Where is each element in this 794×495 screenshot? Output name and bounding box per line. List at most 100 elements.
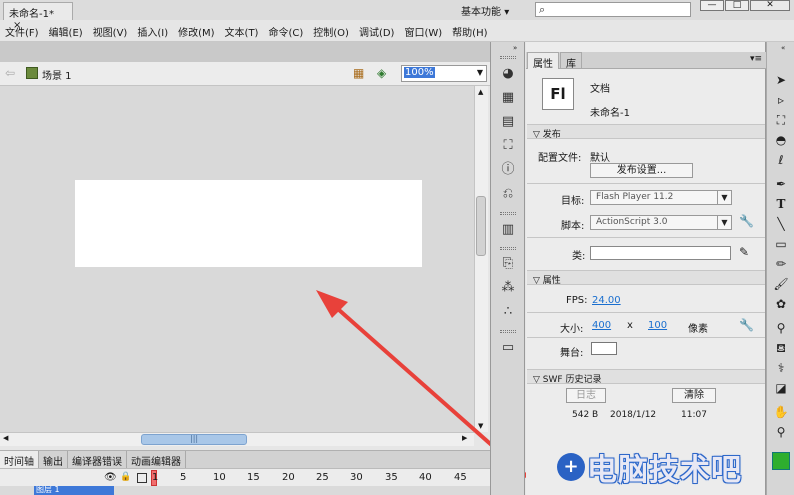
swf-history-section-label: SWF 历史记录 [542, 375, 602, 385]
fps-label: FPS: [566, 295, 588, 306]
transform-icon[interactable]: ⛶ [500, 138, 516, 154]
ruler-tick: 5 [180, 472, 187, 483]
lock-icon[interactable]: 🔒 [120, 472, 131, 482]
divider [527, 312, 765, 313]
chevron-down-icon: ▼ [717, 191, 731, 204]
motion-presets-icon[interactable]: ∴ [500, 304, 516, 320]
stage-color-label: 舞台: [560, 348, 584, 359]
properties-section-label: 属性 [542, 276, 561, 286]
tab-library[interactable]: 库 [560, 52, 582, 70]
project-icon[interactable]: ▭ [500, 340, 516, 356]
ruler-tick: 30 [350, 472, 363, 483]
grip-icon [500, 247, 516, 250]
publish-settings-button[interactable]: 发布设置... [590, 163, 693, 178]
grip-icon [500, 56, 516, 59]
bone-icon[interactable]: ⚲ [773, 320, 789, 336]
fps-value[interactable]: 24.00 [592, 295, 621, 306]
pen-icon[interactable]: ✒ [773, 176, 789, 192]
publish-section-header[interactable]: ▽ 发布 [527, 124, 765, 140]
ruler-tick: 15 [247, 472, 260, 483]
text-tool-icon[interactable]: T [773, 196, 789, 212]
flash-ide-window: Fl 基本功能 ▾ ⌕ — □ ✕ 文件(F)编辑(E)视图(V)插入(I)修改… [0, 0, 794, 495]
paint-bucket-icon[interactable]: ⛾ [773, 340, 789, 356]
free-transform-icon[interactable]: ⛶ [773, 112, 789, 128]
color-icon[interactable]: ◕ [500, 66, 516, 82]
size-unit: 像素 [688, 324, 708, 335]
tab-properties[interactable]: 属性 [527, 52, 559, 70]
chevron-down-icon: ▼ [717, 216, 731, 229]
collapse-icon[interactable]: » [513, 44, 517, 52]
divider [527, 237, 765, 238]
library-icon[interactable]: ▥ [500, 222, 516, 238]
doc-name-label: 未命名-1 [590, 108, 630, 119]
zoom-icon[interactable]: ⚲ [773, 424, 789, 440]
log-button[interactable]: 日志 [566, 388, 606, 403]
subselection-tool-icon[interactable]: ▹ [773, 92, 789, 108]
target-select[interactable]: Flash Player 11.2 ▼ [590, 190, 732, 205]
target-label: 目标: [561, 196, 585, 207]
width-value[interactable]: 400 [592, 320, 611, 331]
eraser-icon[interactable]: ◪ [773, 380, 789, 396]
clear-button[interactable]: 清除 [672, 388, 716, 403]
swatches-icon[interactable]: ▦ [500, 90, 516, 106]
rectangle-tool-icon[interactable]: ▭ [773, 236, 789, 252]
watermark: + 电脑技术吧 [551, 445, 794, 495]
hand-icon[interactable]: ✋ [773, 404, 789, 420]
history-time: 11:07 [681, 410, 707, 420]
brush-icon[interactable]: 🖌 [773, 276, 789, 292]
timeline-tab-bar: 时间轴 输出 编译器错误 动画编辑器 [0, 450, 490, 470]
info-icon[interactable]: ⓘ [500, 162, 516, 178]
eyedropper-icon[interactable]: ⚕ [773, 360, 789, 376]
outline-icon[interactable] [137, 473, 147, 483]
class-label: 类: [572, 251, 586, 262]
layer-row[interactable]: 图层 1 [0, 486, 490, 495]
profile-label: 配置文件: [538, 153, 582, 164]
eye-icon[interactable]: 👁 [104, 472, 117, 483]
ruler-tick: 1 [152, 472, 159, 483]
tools-panel: « ➤ ▹ ⛶ ◓ ℓ ✒ T ╲ ▭ ✏ 🖌 ✿ ⚲ ⛾ ⚕ ◪ ✋ ⚲ [766, 42, 794, 495]
publish-section-label: 发布 [542, 130, 561, 140]
panel-icon-dock: » ◕ ▦ ▤ ⛶ ⓘ ⎌ ▥ ⎘ ⁂ ∴ ▭ [490, 42, 525, 495]
layer-name[interactable]: 图层 1 [34, 486, 114, 495]
size-separator: x [627, 320, 633, 331]
pencil-icon[interactable]: ✏ [773, 256, 789, 272]
align-icon[interactable]: ▤ [500, 114, 516, 130]
lasso-icon[interactable]: ℓ [773, 152, 789, 168]
divider [527, 337, 765, 338]
pencil-icon[interactable]: ✎ [739, 245, 749, 259]
ruler-tick: 40 [419, 472, 432, 483]
grip-icon [500, 212, 516, 215]
properties-section-header[interactable]: ▽ 属性 [527, 270, 765, 286]
size-label: 大小: [560, 324, 584, 335]
ruler-tick: 35 [385, 472, 398, 483]
script-select[interactable]: ActionScript 3.0 ▼ [590, 215, 732, 230]
panel-menu-icon[interactable]: ▾≡ [750, 54, 762, 64]
grip-icon [500, 330, 516, 333]
watermark-text: 电脑技术吧 [587, 453, 742, 488]
ruler-tick: 10 [213, 472, 226, 483]
code-snippets-icon[interactable]: ⎘ [500, 256, 516, 272]
timeline-ruler[interactable]: 👁 🔒 1 5 10 15 20 25 30 35 40 45 [0, 468, 490, 486]
ruler-tick: 45 [454, 472, 467, 483]
ruler-tick: 25 [316, 472, 329, 483]
doc-type-label: 文档 [590, 84, 610, 95]
divider [527, 183, 765, 184]
wrench-icon[interactable]: 🔧 [739, 214, 754, 228]
selection-tool-icon[interactable]: ➤ [773, 72, 789, 88]
history-icon[interactable]: ⎌ [500, 186, 516, 202]
ruler-tick: 20 [282, 472, 295, 483]
3d-rotation-icon[interactable]: ◓ [773, 132, 789, 148]
history-size: 542 B [572, 410, 599, 420]
document-icon: Fl [542, 78, 574, 110]
expand-icon[interactable]: « [781, 44, 785, 52]
components-icon[interactable]: ⁂ [500, 280, 516, 296]
script-label: 脚本: [561, 221, 585, 232]
script-value: ActionScript 3.0 [596, 217, 668, 227]
stage-color-swatch[interactable] [591, 342, 617, 355]
class-input[interactable] [590, 246, 731, 260]
swf-history-section-header[interactable]: ▽ SWF 历史记录 [527, 369, 765, 385]
line-tool-icon[interactable]: ╲ [773, 216, 789, 232]
wrench-icon[interactable]: 🔧 [739, 318, 754, 332]
deco-icon[interactable]: ✿ [773, 296, 789, 312]
height-value[interactable]: 100 [648, 320, 667, 331]
